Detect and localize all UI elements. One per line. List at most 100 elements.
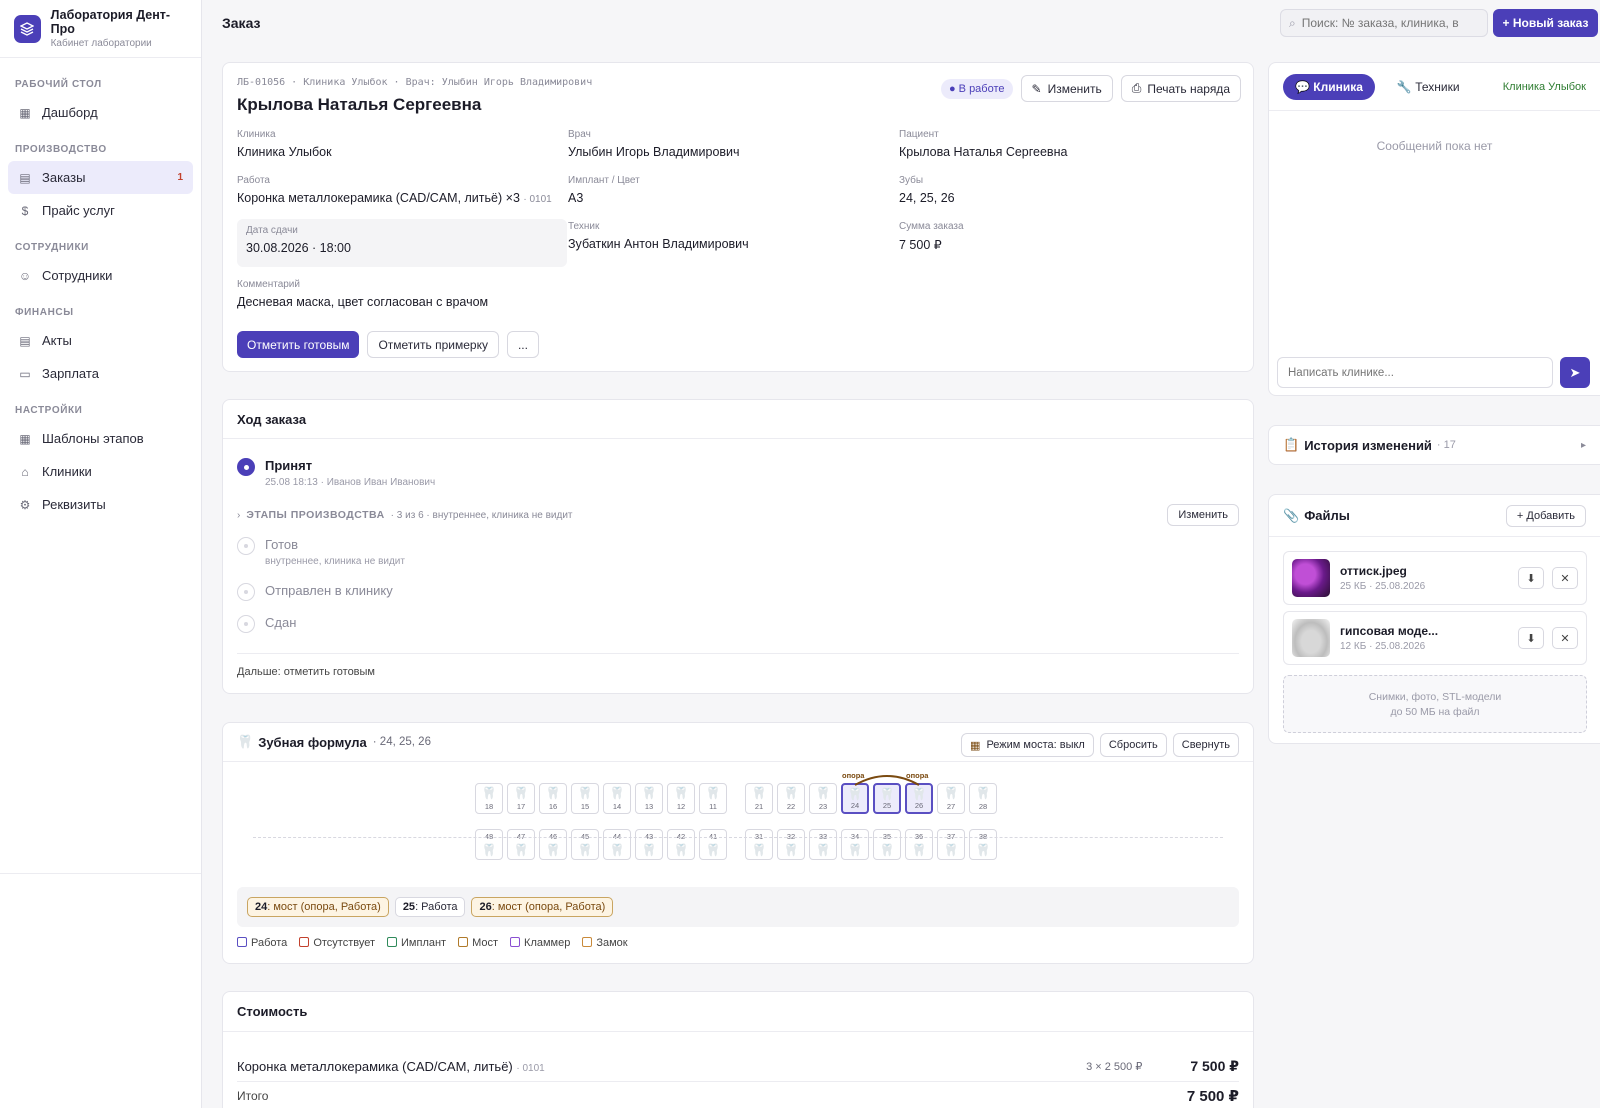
upper-tooth[interactable]: 🦷 26 <box>905 783 933 814</box>
upper-tooth[interactable]: 🦷 18 <box>475 783 503 814</box>
upper-tooth[interactable]: 🦷 15 <box>571 783 599 814</box>
tab-technicians[interactable]: 🔧 Техники <box>1385 74 1472 100</box>
lower-tooth[interactable]: 🦷 32 <box>777 829 805 860</box>
lower-tooth[interactable]: 🦷 41 <box>699 829 727 860</box>
lower-tooth[interactable]: 🦷 45 <box>571 829 599 860</box>
progress-title: Ход заказа <box>223 400 1253 439</box>
collapse-formula-button[interactable]: Свернуть <box>1172 733 1239 757</box>
send-message-button[interactable]: ➤ <box>1560 357 1590 388</box>
tooth-icon: 🦷 <box>545 843 561 857</box>
history-panel[interactable]: 📋 История изменений · 17 ▸ <box>1268 425 1600 465</box>
close-icon[interactable]: ✕ <box>1552 627 1578 649</box>
lower-tooth[interactable]: 🦷 36 <box>905 829 933 860</box>
tooth-icon: 🦷 <box>705 843 721 857</box>
tooth-number: 21 <box>754 802 764 811</box>
total-label: Итого <box>237 1089 269 1103</box>
upper-tooth[interactable]: 🦷 28 <box>969 783 997 814</box>
download-icon[interactable]: ⬇ <box>1518 627 1544 649</box>
production-stages-row[interactable]: › ЭТАПЫ ПРОИЗВОДСТВА · 3 из 6 · внутренн… <box>237 504 1239 526</box>
tooth-tag[interactable]: 25: Работа <box>394 897 466 917</box>
lower-tooth[interactable]: 🦷 38 <box>969 829 997 860</box>
upper-tooth[interactable]: 🦷 17 <box>507 783 535 814</box>
lower-tooth[interactable]: 🦷 42 <box>667 829 695 860</box>
upper-tooth[interactable]: 🦷 27 <box>937 783 965 814</box>
lower-tooth[interactable]: 🦷 47 <box>507 829 535 860</box>
bridge-mode-toggle[interactable]: ▦ Режим моста: выкл <box>961 733 1094 757</box>
file-item[interactable]: оттиск.jpeg 25 КБ · 25.08.2026 ⬇ ✕ <box>1283 551 1587 605</box>
edit-order-button[interactable]: ✎ Изменить <box>1020 75 1113 102</box>
brand-subtitle: Кабинет лаборатории <box>50 38 152 49</box>
upper-tooth[interactable]: 🦷 14 <box>603 783 631 814</box>
edit-icon: ✎ <box>1031 81 1042 96</box>
nav-section-desktop: РАБОЧИЙ СТОЛ <box>15 79 102 90</box>
more-button[interactable]: ... <box>506 331 539 358</box>
upper-tooth[interactable]: 🦷 13 <box>635 783 663 814</box>
upper-tooth[interactable]: 🦷 11 <box>699 783 727 814</box>
lower-tooth[interactable]: 🦷 43 <box>635 829 663 860</box>
sidebar-item-salary[interactable]: ▭ Зарплата <box>8 357 193 390</box>
nav-section-finance: ФИНАНСЫ <box>15 307 74 318</box>
sidebar-item-label: Шаблоны этапов <box>42 431 144 446</box>
add-file-button[interactable]: + Добавить <box>1505 504 1586 527</box>
brand[interactable]: Лаборатория Дент-Про Кабинет лаборатории <box>0 0 201 58</box>
legend-item: Мост <box>458 937 498 949</box>
file-item[interactable]: гипсовая моде... 12 КБ · 25.08.2026 ⬇ ✕ <box>1283 611 1587 665</box>
lower-tooth[interactable]: 🦷 31 <box>745 829 773 860</box>
plus-icon: + <box>1502 16 1513 30</box>
field-label: Пациент <box>899 129 939 140</box>
mark-fitting-button[interactable]: Отметить примерку <box>367 331 499 358</box>
tab-clinic[interactable]: 💬 Клиника <box>1283 73 1375 100</box>
tooth-tag[interactable]: 24: мост (опора, Работа) <box>247 897 389 917</box>
tooth-icon: 🦷 <box>545 786 561 800</box>
paperclip-icon: 📎 <box>1283 507 1300 523</box>
send-icon: ➤ <box>1569 364 1581 380</box>
sidebar-item-requisites[interactable]: ⚙ Реквизиты <box>8 488 193 521</box>
lower-tooth[interactable]: 🦷 48 <box>475 829 503 860</box>
search-box[interactable]: ⌕ <box>1280 9 1488 37</box>
download-icon[interactable]: ⬇ <box>1518 567 1544 589</box>
orders-count-badge: 1 <box>177 172 183 183</box>
sidebar-item-staff[interactable]: ☺ Сотрудники <box>8 259 193 292</box>
reset-formula-button[interactable]: Сбросить <box>1099 733 1167 757</box>
lower-tooth[interactable]: 🦷 44 <box>603 829 631 860</box>
table-icon: ▦ <box>19 431 31 446</box>
edit-stages-button[interactable]: Изменить <box>1167 504 1239 526</box>
sidebar-item-label: Зарплата <box>42 366 99 381</box>
upper-tooth[interactable]: 🦷 23 <box>809 783 837 814</box>
grid-icon: ▦ <box>19 105 31 120</box>
sidebar-item-clinics[interactable]: ⌂ Клиники <box>8 455 193 488</box>
upper-tooth[interactable]: 🦷 24 <box>841 783 869 814</box>
legend-item: Отсутствует <box>299 937 375 949</box>
nav-section-production: ПРОИЗВОДСТВО <box>15 144 107 155</box>
print-order-button[interactable]: ⎙ Печать наряда <box>1120 75 1241 102</box>
sidebar-item-dashboard[interactable]: ▦ Дашборд <box>8 96 193 129</box>
mark-ready-button[interactable]: Отметить готовым <box>237 331 360 358</box>
lower-tooth[interactable]: 🦷 37 <box>937 829 965 860</box>
sidebar-item-pricelist[interactable]: $ Прайс услуг <box>8 194 193 227</box>
field-patient: Пациент Крылова Наталья Сергеевна <box>899 129 1067 159</box>
tag-tooth-number: 24 <box>255 901 268 913</box>
upper-tooth[interactable]: 🦷 12 <box>667 783 695 814</box>
close-icon[interactable]: ✕ <box>1552 567 1578 589</box>
sidebar-item-acts[interactable]: ▤ Акты <box>8 324 193 357</box>
chat-message-input[interactable] <box>1277 357 1553 388</box>
search-input[interactable] <box>1301 16 1472 30</box>
file-dropzone[interactable]: Снимки, фото, STL-модели до 50 МБ на фай… <box>1283 675 1587 733</box>
upper-tooth[interactable]: 🦷 21 <box>745 783 773 814</box>
sidebar-item-orders[interactable]: ▤ Заказы 1 <box>8 161 193 194</box>
legend-label: Имплант <box>401 937 447 949</box>
upper-tooth[interactable]: 🦷 25 <box>873 783 901 814</box>
upper-tooth[interactable]: 🦷 22 <box>777 783 805 814</box>
sidebar-item-stage-templates[interactable]: ▦ Шаблоны этапов <box>8 422 193 455</box>
tooth-icon: 🦷 <box>783 786 799 800</box>
lower-tooth[interactable]: 🦷 46 <box>539 829 567 860</box>
lower-tooth[interactable]: 🦷 35 <box>873 829 901 860</box>
legend-item: Работа <box>237 937 287 949</box>
lower-tooth[interactable]: 🦷 33 <box>809 829 837 860</box>
legend-swatch <box>387 937 398 947</box>
upper-tooth[interactable]: 🦷 16 <box>539 783 567 814</box>
new-order-button[interactable]: + Новый заказ <box>1493 9 1598 37</box>
lower-tooth[interactable]: 🦷 34 <box>841 829 869 860</box>
cost-item-label: Коронка металлокерамика (CAD/CAM, литьё) <box>237 1059 513 1074</box>
tooth-tag[interactable]: 26: мост (опора, Работа) <box>471 897 614 917</box>
